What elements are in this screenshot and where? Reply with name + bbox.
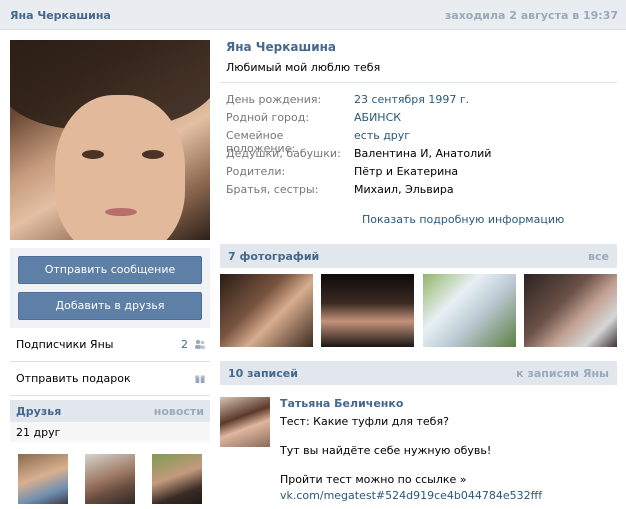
relationship-link[interactable]: есть друг <box>354 129 410 147</box>
send-message-button[interactable]: Отправить сообщение <box>18 256 202 284</box>
page-owner-name[interactable]: Яна Черкашина <box>10 9 111 22</box>
friends-section-header: Друзья новости <box>10 400 210 422</box>
top-bar: Яна Черкашина заходила 2 августа в 19:37 <box>0 0 626 30</box>
photos-section-header: 7 фотографий все <box>220 244 617 268</box>
photo-thumbnail[interactable] <box>321 274 415 347</box>
subscribers-label: Подписчики Яны <box>16 338 114 351</box>
profile-photo[interactable] <box>10 40 210 240</box>
profile-status[interactable]: Любимый мой люблю тебя <box>226 61 617 74</box>
users-icon <box>194 338 206 350</box>
gift-icon <box>194 372 206 384</box>
left-column: Отправить сообщение Добавить в друзья По… <box>10 40 210 504</box>
post-link[interactable]: vk.com/megatest#524d919ce4b044784e532fff <box>280 489 617 503</box>
send-gift-link[interactable]: Отправить подарок <box>10 362 210 396</box>
post-text-line: Тест: Какие туфли для тебя? <box>280 415 449 428</box>
post-text-line: Тут вы найдёте себе нужную обувь! <box>280 444 492 457</box>
last-seen-status: заходила 2 августа в 19:37 <box>444 9 618 22</box>
photo-thumbnail[interactable] <box>422 274 516 347</box>
to-posts-link[interactable]: к записям Яны <box>516 367 609 380</box>
friends-news-link[interactable]: новости <box>154 405 204 418</box>
photo-strip <box>220 274 617 347</box>
friends-title[interactable]: Друзья <box>16 405 61 418</box>
siblings-value: Михаил, Эльвира <box>354 183 454 196</box>
profile-name: Яна Черкашина <box>226 40 337 54</box>
grandparents-value: Валентина И, Анатолий <box>354 147 492 160</box>
post-author-name[interactable]: Татьяна Беличенко <box>280 397 617 410</box>
info-row: Родной город: АБИНСК <box>220 111 617 129</box>
friend-avatar[interactable] <box>18 454 68 504</box>
photos-title[interactable]: 7 фотографий <box>228 250 319 263</box>
profile-info: День рождения: 23 сентября 1997 г. Родно… <box>220 93 617 201</box>
posts-section-header: 10 записей к записям Яны <box>220 361 617 385</box>
info-row: Родители: Пётр и Екатерина <box>220 165 617 183</box>
wall-post: Татьяна Беличенко Тест: Какие туфли для … <box>220 397 617 503</box>
parents-value: Пётр и Екатерина <box>354 165 459 178</box>
post-text-line: Пройти тест можно по ссылке » <box>280 473 467 486</box>
subscribers-count: 2 <box>181 338 188 351</box>
photo-thumbnail[interactable] <box>220 274 313 347</box>
birthday-link[interactable]: 23 сентября 1997 г. <box>354 93 469 111</box>
post-author-avatar[interactable] <box>220 397 270 447</box>
info-row: День рождения: 23 сентября 1997 г. <box>220 93 617 111</box>
divider <box>220 82 617 83</box>
friends-list <box>10 442 210 504</box>
send-gift-label: Отправить подарок <box>16 372 131 385</box>
info-row: Семейное положение: есть друг <box>226 129 411 155</box>
hometown-link[interactable]: АБИНСК <box>354 111 401 129</box>
subscribers-link[interactable]: Подписчики Яны 2 <box>10 328 210 362</box>
add-friend-button[interactable]: Добавить в друзья <box>18 292 202 320</box>
right-column: Яна Черкашина Любимый мой люблю тебя Ден… <box>220 40 617 503</box>
show-full-info-link[interactable]: Показать подробную информацию <box>362 213 617 226</box>
posts-title[interactable]: 10 записей <box>228 367 298 380</box>
info-row: Братья, сестры: Михаил, Эльвира <box>220 183 617 201</box>
profile-actions: Отправить сообщение Добавить в друзья <box>10 248 210 328</box>
friend-avatar[interactable] <box>85 454 135 504</box>
photo-thumbnail[interactable] <box>523 274 617 347</box>
info-row: Дедушки, бабушки: Валентина И, Анатолий <box>220 147 617 165</box>
friends-count: 21 друг <box>10 422 210 442</box>
friend-avatar[interactable] <box>152 454 202 504</box>
photos-all-link[interactable]: все <box>588 250 609 263</box>
